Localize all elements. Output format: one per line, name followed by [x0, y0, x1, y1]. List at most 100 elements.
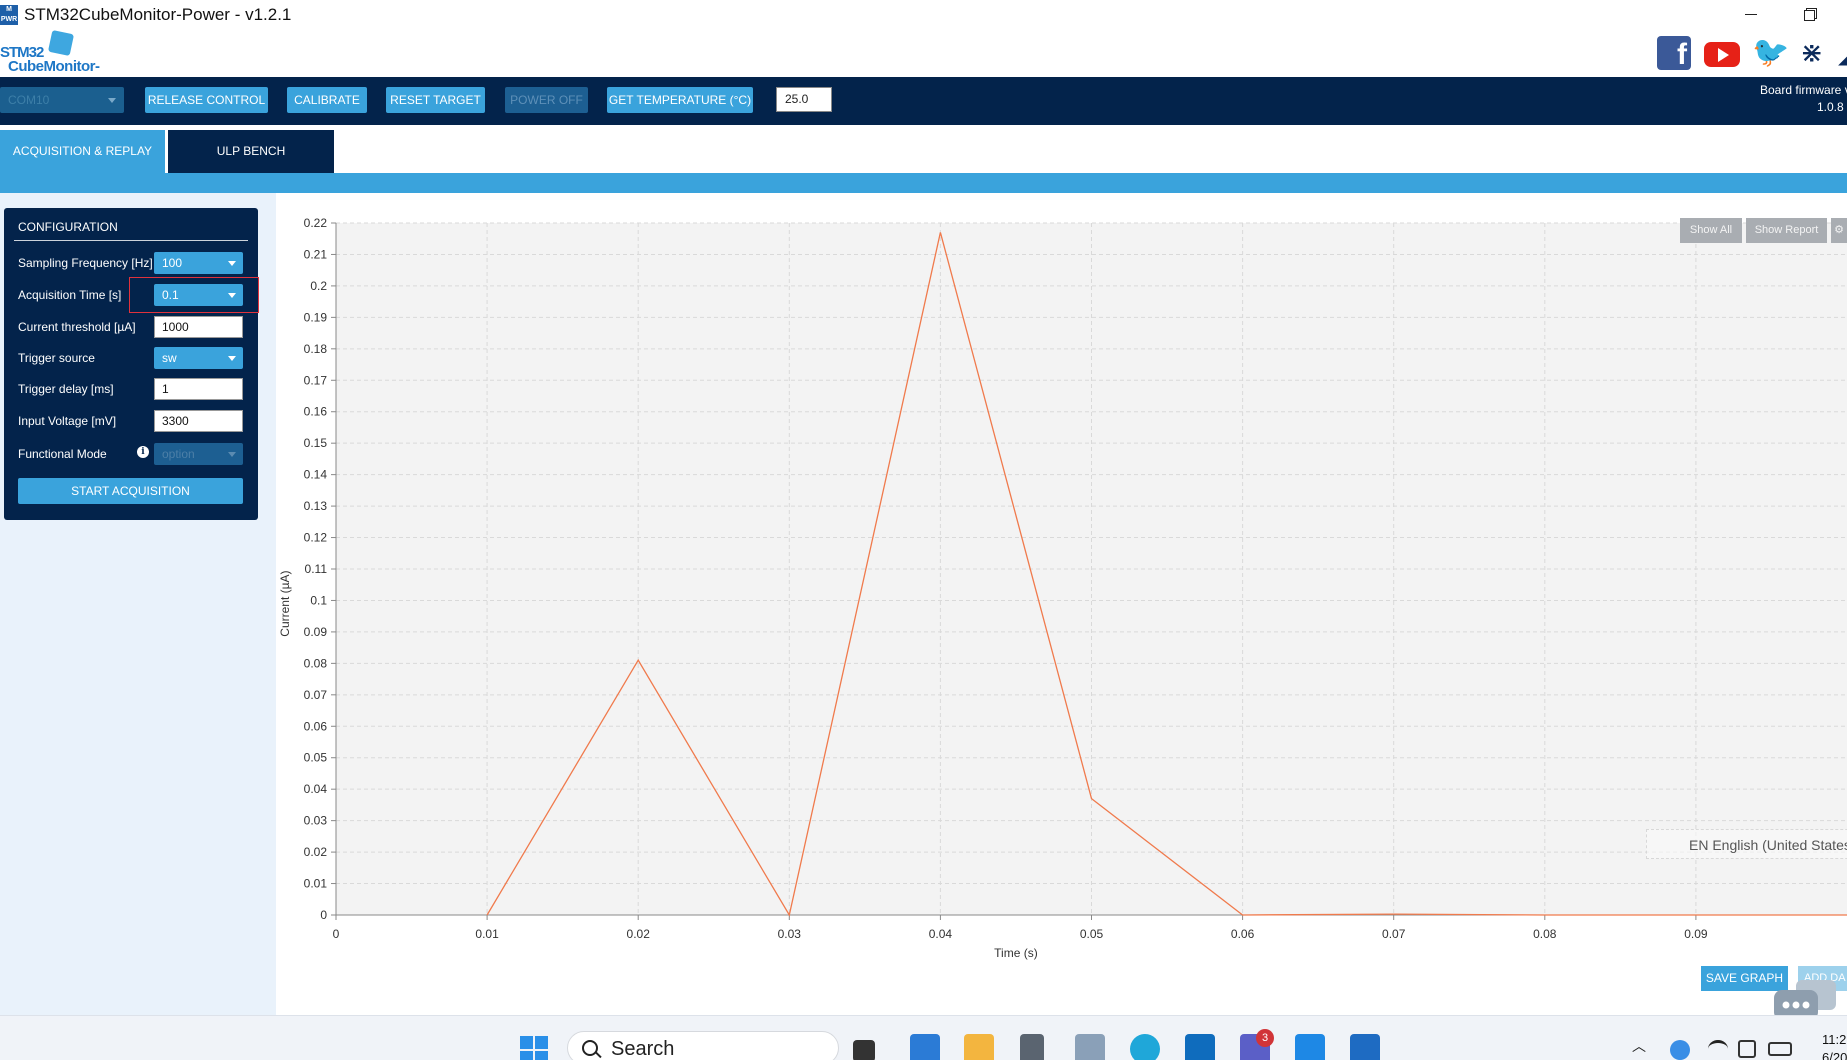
y-tick-label: 0.04 [304, 782, 328, 796]
tab-ulp-bench[interactable]: ULP BENCH [168, 130, 334, 173]
calibrate-button[interactable]: CALIBRATE [287, 87, 367, 113]
y-tick-label: 0.01 [304, 877, 328, 891]
minimize-icon[interactable] [1737, 2, 1767, 26]
show-report-button[interactable]: Show Report [1746, 218, 1827, 243]
y-tick-label: 0.08 [304, 656, 328, 670]
y-tick-label: 0.06 [304, 719, 328, 733]
x-tick-label: 0.08 [1533, 927, 1557, 941]
y-tick-label: 0.09 [304, 625, 328, 639]
battery-icon[interactable] [1768, 1042, 1792, 1056]
y-tick-label: 0.17 [304, 373, 328, 387]
y-tick-label: 0.02 [304, 845, 328, 859]
power-off-button[interactable]: POWER OFF [505, 87, 588, 113]
taskbar: Search 3 ︿ 11:2 6/20 [0, 1015, 1847, 1060]
facebook-icon[interactable]: f [1657, 36, 1691, 71]
search-label: Search [611, 1038, 675, 1060]
sampling-frequency-select[interactable]: 100 [154, 252, 243, 274]
y-tick-label: 0.22 [304, 216, 328, 230]
y-tick-label: 0.07 [304, 688, 328, 702]
calculator-icon[interactable] [1020, 1034, 1044, 1060]
temperature-field[interactable]: 25.0 [776, 87, 832, 112]
tab-underline [0, 173, 1847, 193]
x-tick-label: 0.03 [778, 927, 802, 941]
input-voltage-label: Input Voltage [mV] [18, 414, 117, 428]
edge-icon[interactable] [1130, 1034, 1160, 1060]
y-tick-label: 0.11 [305, 562, 328, 576]
firmware-version: 1.0.8 [1817, 100, 1844, 114]
start-acquisition-button[interactable]: START ACQUISITION [18, 478, 243, 504]
window-title: STM32CubeMonitor-Power - v1.2.1 [24, 5, 292, 24]
sampling-frequency-label: Sampling Frequency [Hz] [18, 256, 153, 270]
twitter-icon[interactable]: 🐦 [1752, 36, 1789, 70]
x-tick-label: 0.07 [1382, 927, 1406, 941]
y-tick-label: 0.13 [304, 499, 328, 513]
onedrive-icon[interactable] [1670, 1040, 1690, 1060]
trigger-delay-label: Trigger delay [ms] [18, 382, 114, 396]
clock-date: 6/20 [1822, 1050, 1847, 1060]
x-tick-label: 0.09 [1684, 927, 1708, 941]
x-tick-label: 0.05 [1080, 927, 1104, 941]
restore-icon[interactable] [1795, 2, 1825, 26]
tab-bar: ACQUISITION & REPLAY ULP BENCH [0, 125, 1847, 173]
language-indicator: EN English (United States) [1646, 829, 1847, 859]
y-tick-label: 0.14 [304, 468, 328, 482]
y-axis-label: Current (µA) [278, 570, 292, 636]
x-tick-label: 0.06 [1231, 927, 1255, 941]
firmware-label: Board firmware v [1760, 83, 1847, 97]
volume-icon[interactable] [1738, 1040, 1756, 1058]
cubemonitor-taskbar-icon[interactable] [1350, 1034, 1380, 1060]
taskbar-search[interactable]: Search [567, 1031, 839, 1060]
chevron-up-icon[interactable]: ︿ [1632, 1036, 1646, 1056]
task-view-icon[interactable] [853, 1040, 875, 1060]
functional-mode-label: Functional Mode [18, 447, 107, 461]
input-voltage-field[interactable]: 3300 [154, 410, 243, 432]
folder-icon[interactable] [964, 1034, 994, 1060]
gear-icon[interactable]: ⚙ [1831, 218, 1847, 243]
x-tick-label: 0.02 [627, 927, 651, 941]
clock-time: 11:2 [1822, 1032, 1847, 1047]
current-threshold-field[interactable]: 1000 [154, 316, 243, 338]
title-bar: M PWR STM32CubeMonitor-Power - v1.2.1 [0, 0, 1847, 30]
app-icon: M PWR [0, 5, 18, 25]
wifi-icon[interactable] [1708, 1040, 1728, 1058]
search-icon [582, 1040, 598, 1056]
y-tick-label: 0.12 [304, 531, 328, 545]
trigger-delay-field[interactable]: 1 [154, 378, 243, 400]
pdf-icon[interactable] [1075, 1034, 1105, 1060]
functional-mode-select[interactable]: option [154, 443, 243, 465]
app-logo: STM32 CubeMonitor-Power [0, 29, 140, 92]
cube-icon [47, 29, 75, 57]
show-all-button[interactable]: Show All [1680, 218, 1742, 243]
release-control-button[interactable]: RELEASE CONTROL [145, 87, 268, 113]
y-tick-label: 0 [320, 908, 327, 922]
st-triangle-icon[interactable]: ◢ [1838, 36, 1847, 70]
info-icon[interactable]: i [137, 446, 149, 458]
reset-target-button[interactable]: RESET TARGET [386, 87, 485, 113]
y-tick-label: 0.05 [304, 751, 328, 765]
network-icon[interactable]: ⋇ [1800, 36, 1834, 70]
language-text: EN English (United States) [1689, 837, 1847, 853]
get-temperature-button[interactable]: GET TEMPERATURE (°C) [607, 87, 753, 113]
toolbar: COM10 RELEASE CONTROL CALIBRATE RESET TA… [0, 77, 1847, 125]
configuration-title: CONFIGURATION [18, 220, 118, 234]
y-tick-label: 0.18 [304, 342, 328, 356]
windows-start-icon[interactable] [520, 1036, 548, 1060]
trigger-source-select[interactable]: sw [154, 347, 243, 369]
current-threshold-label: Current threshold [µA] [18, 320, 136, 334]
y-tick-label: 0.15 [304, 436, 328, 450]
y-tick-label: 0.16 [304, 405, 328, 419]
youtube-icon[interactable] [1704, 42, 1740, 67]
y-tick-label: 0.2 [310, 279, 327, 293]
x-tick-label: 0 [333, 927, 340, 941]
configuration-panel: CONFIGURATION Sampling Frequency [Hz] 10… [4, 208, 259, 520]
f-app-icon[interactable] [1295, 1034, 1325, 1060]
x-axis-label: Time (s) [994, 946, 1038, 960]
store-icon[interactable] [910, 1034, 940, 1060]
tab-acquisition-replay[interactable]: ACQUISITION & REPLAY [0, 130, 165, 173]
port-select[interactable]: COM10 [0, 87, 124, 113]
left-panel: CONFIGURATION Sampling Frequency [Hz] 10… [0, 193, 276, 1015]
outlook-icon[interactable] [1185, 1034, 1215, 1060]
y-tick-label: 0.19 [304, 310, 328, 324]
chart-area: 0 0.01 0.02 0.03 0.04 0.05 0.06 0.07 0.08 0.09 0.1… [276, 193, 1847, 1028]
acquisition-time-label: Acquisition Time [s] [18, 288, 122, 302]
